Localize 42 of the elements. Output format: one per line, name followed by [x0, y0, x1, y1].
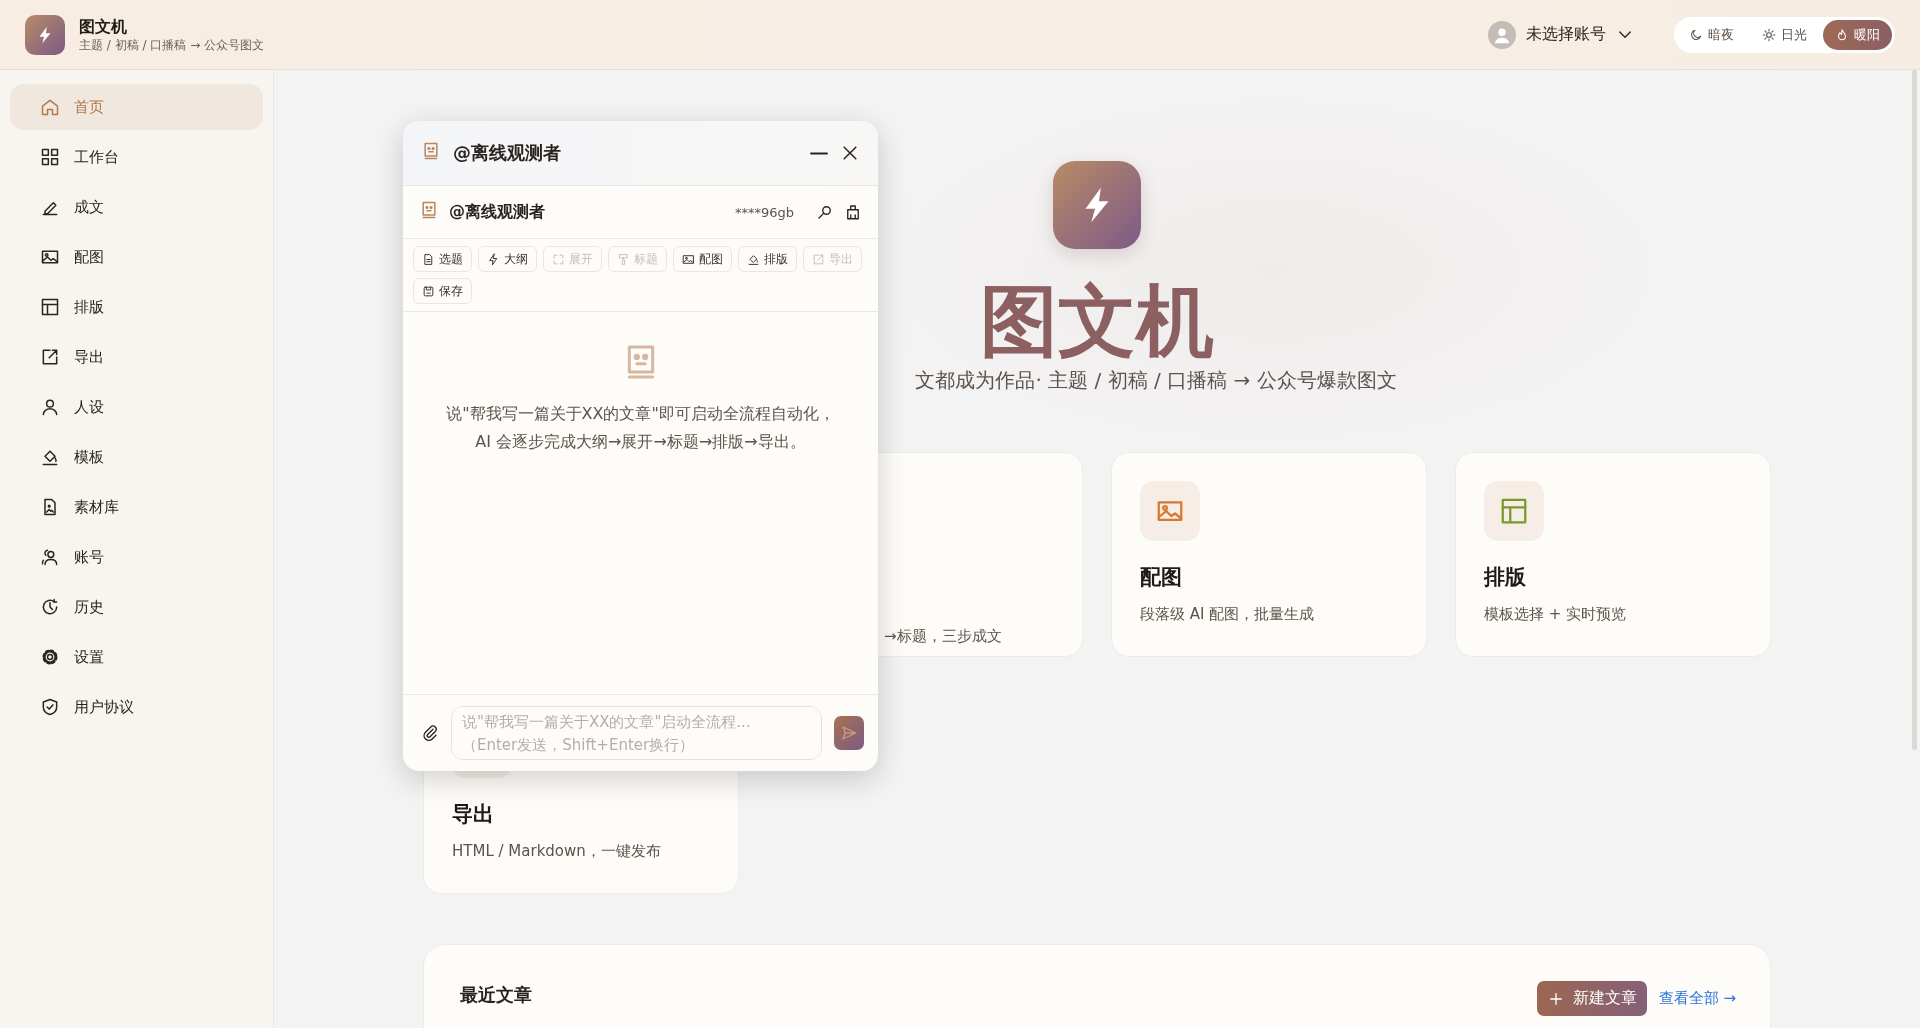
api-key: ****96gb	[734, 204, 794, 220]
sidebar-item[interactable]: 成文	[10, 184, 263, 230]
tool-button[interactable]: 配图	[673, 246, 732, 272]
empty-state-hint: 说"帮我写一篇关于XX的文章"即可启动全流程自动化，AI 会逐步完成大纲→展开→标题→排版→导出。	[445, 403, 836, 453]
card-title: 排版	[1484, 564, 1527, 591]
card-title: 配图	[1140, 564, 1183, 591]
message-input[interactable]: 说"帮我写一篇关于XX的文章"启动全流程... （Enter发送，Shift+Enter换行）	[451, 706, 822, 760]
sidebar-item[interactable]: 配图	[10, 234, 263, 280]
sidebar-item[interactable]: 人设	[10, 384, 263, 430]
app-title: 图文机	[79, 16, 128, 37]
panel-title: @离线观测者	[453, 141, 562, 165]
sidebar-item[interactable]: 设置	[10, 634, 263, 680]
account-name: @离线观测者	[449, 201, 546, 223]
feature-card[interactable]: 排版 模板选择 + 实时预览	[1455, 452, 1771, 657]
hero-title: 图文机	[980, 275, 1214, 367]
account-selector[interactable]: 未选择账号	[1488, 20, 1634, 49]
sidebar-item[interactable]: 素材库	[10, 484, 263, 530]
theme-button[interactable]: 日光	[1750, 19, 1819, 50]
section-title: 最近文章	[460, 983, 533, 1007]
card-description: 模板选择 + 实时预览	[1484, 605, 1628, 624]
sidebar-item[interactable]: 工作台	[10, 134, 263, 180]
sidebar-item[interactable]: 模板	[10, 434, 263, 480]
card-description: HTML / Markdown，一键发布	[452, 842, 662, 861]
tool-button[interactable]: 排版	[738, 246, 797, 272]
breadcrumb: 主题 / 初稿 / 口播稿 → 公众号图文	[79, 36, 265, 53]
view-all-link[interactable]: 查看全部 →	[1658, 981, 1736, 1016]
sidebar-item[interactable]: 导出	[10, 334, 263, 380]
sidebar-item[interactable]: 用户协议	[10, 684, 263, 730]
feature-card[interactable]: 配图 段落级 AI 配图，批量生成	[1111, 452, 1427, 657]
theme-button[interactable]: 暖阳	[1823, 19, 1892, 50]
sidebar-item[interactable]: 账号	[10, 534, 263, 580]
tool-button[interactable]: 选题	[413, 246, 472, 272]
hero-subtitle: 文都成为作品· 主题 / 初稿 / 口播稿 → 公众号爆款图文	[914, 367, 1397, 394]
tool-button[interactable]: 保存	[413, 278, 472, 304]
new-article-button[interactable]: 新建文章	[1536, 981, 1647, 1016]
sidebar-item[interactable]: 排版	[10, 284, 263, 330]
tool-button[interactable]: 大纲	[478, 246, 537, 272]
sidebar-item[interactable]: 历史	[10, 584, 263, 630]
card-title: 导出	[452, 801, 495, 828]
card-description: →标题，三步成文	[883, 627, 1003, 646]
theme-button[interactable]: 暗夜	[1677, 19, 1746, 50]
card-description: 段落级 AI 配图，批量生成	[1140, 605, 1316, 624]
